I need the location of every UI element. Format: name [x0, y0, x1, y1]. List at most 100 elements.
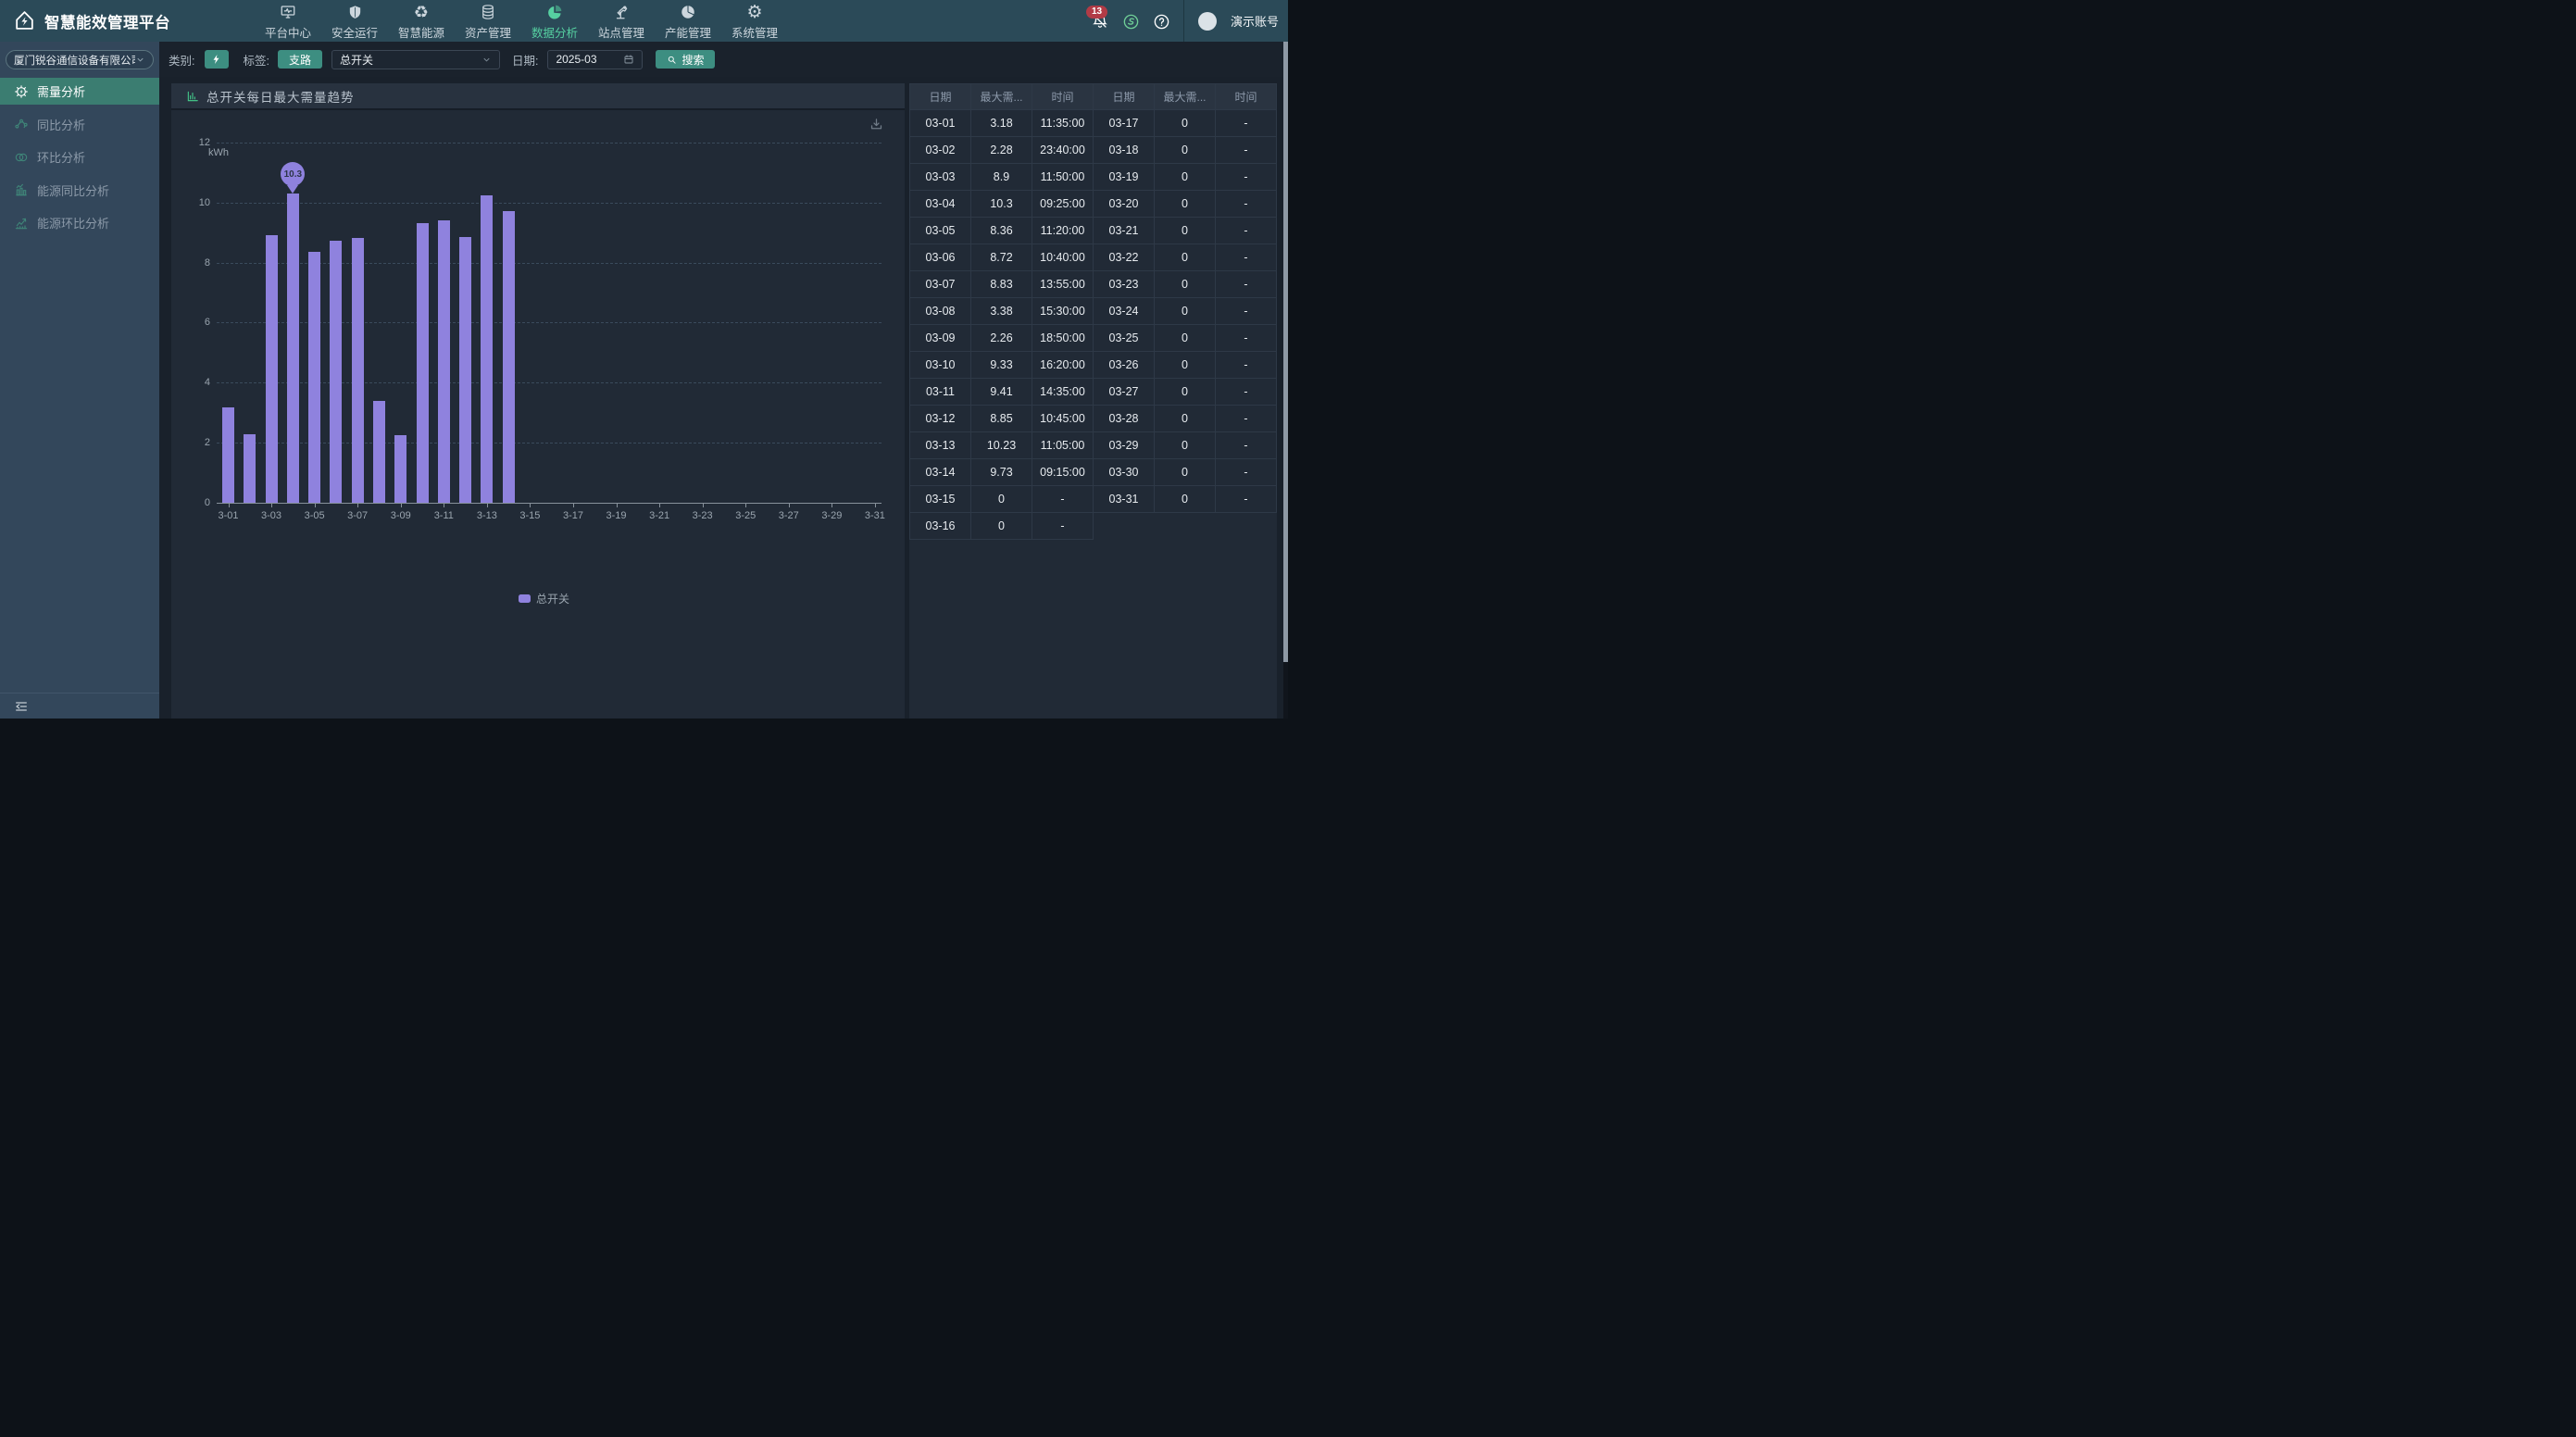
- bar-3-02[interactable]: [244, 434, 256, 503]
- table-cell: 10:45:00: [1032, 406, 1094, 432]
- gear-icon: ⚙: [746, 4, 762, 21]
- nav-item-label: 站点管理: [598, 23, 644, 41]
- company-select[interactable]: 厦门锐谷通信设备有限公司: [6, 50, 154, 69]
- bar-3-14[interactable]: [503, 211, 515, 503]
- bar-3-12[interactable]: [459, 237, 471, 503]
- app-logo: 智慧能效管理平台: [0, 9, 171, 32]
- bar-3-04[interactable]: [287, 194, 299, 503]
- legend-item[interactable]: 总开关: [519, 591, 569, 606]
- nav-item-1[interactable]: 平台中心: [262, 0, 314, 42]
- nav-item-8[interactable]: ⚙系统管理: [729, 0, 781, 42]
- bar-3-03[interactable]: [266, 235, 278, 503]
- shield-icon: [347, 4, 363, 21]
- share-nodes-icon: [14, 117, 29, 131]
- table-cell: 0: [1155, 432, 1216, 459]
- bar-3-01[interactable]: [222, 407, 234, 503]
- y-axis-tick-label: 10: [177, 197, 210, 208]
- notification-bell-muted-icon[interactable]: 13: [1092, 13, 1108, 30]
- sidebar-item-3[interactable]: 环比分析: [0, 144, 159, 170]
- x-axis-tick-label: 3-03: [253, 510, 290, 521]
- table-row: 03-038.911:50:0003-190-: [910, 164, 1277, 191]
- max-value-pin-tail: [287, 185, 298, 194]
- table-cell: 0: [1155, 325, 1216, 352]
- x-axis-tick: [357, 504, 358, 507]
- table-cell: 15:30:00: [1032, 298, 1094, 325]
- breaker-select[interactable]: 总开关: [331, 50, 500, 69]
- nav-item-2[interactable]: 安全运行: [329, 0, 381, 42]
- table-cell: -: [1216, 218, 1277, 244]
- search-icon: [667, 55, 677, 65]
- category-electric-button[interactable]: [205, 50, 229, 69]
- bar-3-08[interactable]: [373, 401, 385, 503]
- y-axis-tick-label: 12: [177, 137, 210, 148]
- table-cell: -: [1032, 513, 1094, 540]
- bar-3-09[interactable]: [394, 435, 406, 503]
- y-axis-tick-label: 0: [177, 497, 210, 508]
- x-axis-tick: [789, 504, 790, 507]
- breaker-select-value: 总开关: [340, 52, 481, 68]
- nav-item-5[interactable]: 数据分析: [529, 0, 581, 42]
- branch-tag-button[interactable]: 支路: [278, 50, 322, 69]
- table-cell: 8.85: [971, 406, 1032, 432]
- monitor-icon: [280, 4, 296, 21]
- table-cell: 13:55:00: [1032, 271, 1094, 298]
- scrollbar-thumb[interactable]: [1283, 42, 1288, 662]
- table-cell: 03-20: [1094, 191, 1155, 218]
- sidebar-item-1[interactable]: 需量分析: [0, 78, 159, 105]
- table-cell: 14:35:00: [1032, 379, 1094, 406]
- top-nav: 平台中心安全运行 ♻智慧能源资产管理数据分析 站点管理产能管理 ⚙系统管理: [262, 0, 781, 42]
- table-cell: 8.9: [971, 164, 1032, 191]
- bar-3-05[interactable]: [308, 252, 320, 503]
- help-icon[interactable]: [1153, 13, 1169, 30]
- table-cell: 03-06: [910, 244, 971, 271]
- table-row: 03-022.2823:40:0003-180-: [910, 137, 1277, 164]
- sidebar-item-4[interactable]: 能源同比分析: [0, 177, 159, 204]
- x-axis-tick: [487, 504, 488, 507]
- bar-3-11[interactable]: [438, 220, 450, 503]
- nav-item-7[interactable]: 产能管理: [662, 0, 714, 42]
- table-cell: 9.41: [971, 379, 1032, 406]
- table-cell: 03-03: [910, 164, 971, 191]
- table-cell: 3.18: [971, 110, 1032, 137]
- table-row: 03-013.1811:35:0003-170-: [910, 110, 1277, 137]
- table-cell: -: [1216, 379, 1277, 406]
- collapse-sidebar-icon[interactable]: [14, 699, 29, 714]
- x-axis-tick: [617, 504, 618, 507]
- sidebar-footer: [0, 693, 159, 718]
- search-button[interactable]: 搜索: [656, 50, 715, 69]
- table-cell: 9.33: [971, 352, 1032, 379]
- x-axis-tick-label: 3-23: [684, 510, 721, 521]
- nav-item-6[interactable]: 站点管理: [595, 0, 647, 42]
- table-cell: 10.23: [971, 432, 1032, 459]
- table-cell: 03-11: [910, 379, 971, 406]
- nav-item-3[interactable]: ♻智慧能源: [395, 0, 447, 42]
- x-axis-tick-label: 3-25: [727, 510, 764, 521]
- theme-ring-icon[interactable]: [1122, 13, 1139, 30]
- tag-label: 标签:: [243, 51, 269, 69]
- date-input[interactable]: 2025-03: [547, 50, 643, 69]
- table-cell: 03-24: [1094, 298, 1155, 325]
- table-row: 03-150-03-310-: [910, 486, 1277, 513]
- bar-3-07[interactable]: [352, 238, 364, 503]
- table-cell: -: [1216, 271, 1277, 298]
- sidebar-item-2[interactable]: 同比分析: [0, 111, 159, 138]
- table-cell: 03-30: [1094, 459, 1155, 486]
- bar-3-06[interactable]: [330, 241, 342, 503]
- nav-item-label: 数据分析: [531, 23, 578, 41]
- sidebar-item-5[interactable]: 能源环比分析: [0, 209, 159, 236]
- chart-area: kWh 0246810123-013-033-053-073-093-113-1…: [171, 112, 905, 718]
- bar-3-10[interactable]: [417, 223, 429, 503]
- nav-item-4[interactable]: 资产管理: [462, 0, 514, 42]
- avatar[interactable]: [1198, 12, 1217, 31]
- table-row: 03-092.2618:50:0003-250-: [910, 325, 1277, 352]
- table-cell: 03-21: [1094, 218, 1155, 244]
- table-cell: 03-01: [910, 110, 971, 137]
- table-header-cell: 日期: [1094, 84, 1155, 110]
- bar-3-13[interactable]: [481, 195, 493, 503]
- x-axis-tick: [315, 504, 316, 507]
- table-row: 03-083.3815:30:0003-240-: [910, 298, 1277, 325]
- x-axis-line: [217, 503, 882, 504]
- table-cell: -: [1216, 486, 1277, 513]
- nav-item-label: 智慧能源: [398, 23, 444, 41]
- account-name[interactable]: 演示账号: [1231, 12, 1279, 30]
